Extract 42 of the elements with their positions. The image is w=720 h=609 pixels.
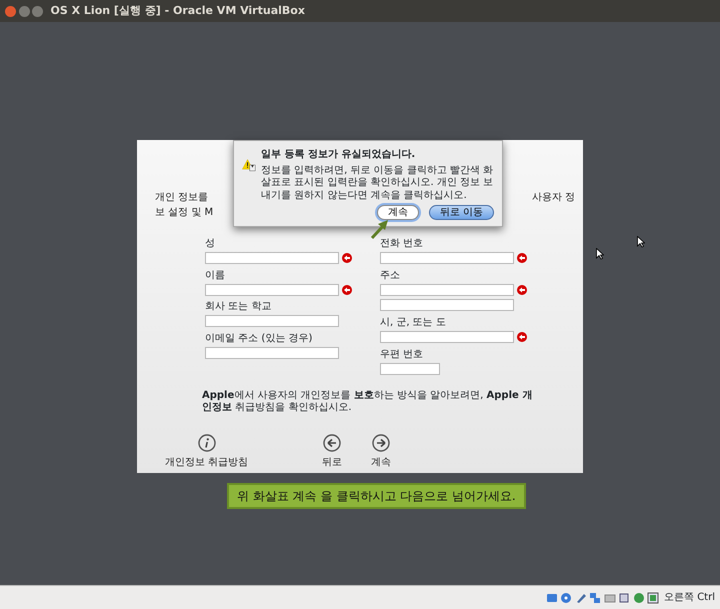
- close-button[interactable]: [5, 6, 16, 16]
- window-title: OS X Lion [실행 중] - Oracle VM VirtualBox: [50, 2, 305, 19]
- field-label: 회사 또는 학교: [205, 300, 272, 314]
- text-field[interactable]: [205, 252, 339, 264]
- globe-icon[interactable]: [632, 592, 645, 604]
- field-label: 성: [205, 237, 216, 251]
- field-label: 이름: [205, 268, 226, 282]
- intro-text: 사용자 정: [532, 191, 575, 205]
- nav-button[interactable]: 개인정보 취급방침: [165, 434, 248, 470]
- dialog-button[interactable]: 뒤로 이동: [428, 204, 494, 220]
- field-label: 우편 번호: [380, 348, 424, 362]
- text-field[interactable]: [380, 252, 514, 264]
- text-field[interactable]: [205, 315, 339, 327]
- mouse-pointer-icon: [596, 248, 604, 260]
- host-key-label: 오른쪽 Ctrl: [664, 591, 715, 605]
- text-field[interactable]: [205, 284, 339, 296]
- dialog-button[interactable]: 계속: [376, 204, 419, 220]
- field-label: 시, 군, 또는 도: [380, 316, 447, 330]
- pen-icon[interactable]: [574, 592, 587, 604]
- field-label: 주소: [380, 268, 401, 282]
- text-field[interactable]: [380, 331, 514, 343]
- text-field[interactable]: [380, 362, 440, 374]
- privacy-note: Apple에서 사용자의 개인정보를 보호하는 방식을 알아보려면, Apple 개인정보 취급방침을 확인하십시오.: [202, 390, 534, 414]
- minimize-button[interactable]: [18, 6, 30, 16]
- field-label: 이메일 주소 (있는 경우): [205, 332, 314, 346]
- intro-text: 보 설정 및 M: [155, 206, 214, 220]
- maximize-button[interactable]: [32, 6, 43, 16]
- disc-icon[interactable]: [560, 592, 572, 604]
- nav-button[interactable]: 계속: [371, 434, 391, 470]
- mouse-pointer-icon: [637, 236, 645, 248]
- dialog-message: 정보를 입력하려면, 뒤로 이동을 클릭하고 빨간색 화살표로 표시된 입력란을 확인하십시오. 개인 정보 보내기를 원하지 않는다면 계속을 클릭하십시오.: [260, 164, 494, 202]
- nav-button[interactable]: 뒤로: [322, 434, 342, 470]
- info-icon: [198, 434, 216, 452]
- dialog-title: 일부 등록 정보가 유실되었습니다.: [260, 148, 416, 162]
- text-field[interactable]: [205, 346, 339, 358]
- field-label: 전화 번호: [380, 237, 424, 251]
- text-field[interactable]: [380, 284, 514, 296]
- caption-banner: 위 화살표 계속 을 클릭하시고 다음으로 넘어가세요.: [227, 483, 526, 509]
- text-field[interactable]: [380, 299, 514, 311]
- monitor-icon[interactable]: [647, 592, 660, 604]
- annotation-arrow: [370, 218, 390, 240]
- intro-text: 개인 정보를: [155, 191, 208, 205]
